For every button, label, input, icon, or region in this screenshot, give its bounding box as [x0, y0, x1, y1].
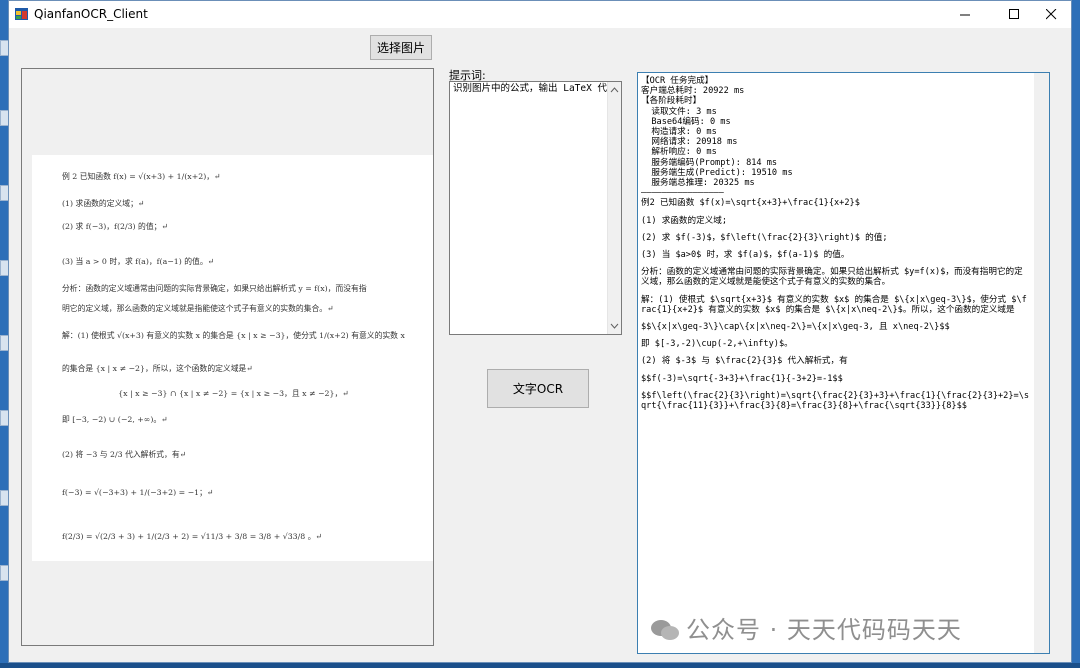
- result-line: 解：(1) 使根式 $\sqrt{x+3}$ 有意义的实数 $x$ 的集合是 $…: [641, 294, 1027, 315]
- close-button[interactable]: [1029, 1, 1073, 28]
- result-line: (1) 求函数的定义域;: [641, 215, 728, 226]
- result-line: (2) 求 $f(-3)$，$f\left(\frac{2}{3}\right)…: [641, 232, 888, 243]
- result-line: 服务端编码(Prompt): 814 ms: [641, 157, 778, 168]
- minimize-icon: [959, 14, 970, 16]
- app-window: QianfanOCR_Client 选择图片 例 2 已知函数 f(x) = √…: [8, 0, 1072, 663]
- result-line: 读取文件: 3 ms: [641, 106, 717, 117]
- result-line: $$\{x|x\geq-3\}\cap\{x|x\neq-2\}=\{x|x\g…: [641, 322, 950, 333]
- prompt-scrollbar[interactable]: [607, 82, 621, 334]
- close-icon: [1045, 9, 1056, 20]
- result-line: 服务端生成(Predict): 19510 ms: [641, 167, 793, 178]
- result-scrollbar[interactable]: [1034, 73, 1049, 653]
- taskbar: [0, 663, 1080, 668]
- result-line: 【OCR 任务完成】: [641, 76, 714, 86]
- watermark: 公众号 · 天天代码码天天: [650, 610, 962, 645]
- prompt-textarea[interactable]: 识别图片中的公式，输出 LaTeX 代码: [449, 81, 622, 335]
- result-line: 解析响应: 0 ms: [641, 147, 717, 158]
- result-text: 【OCR 任务完成】 客户端总耗时: 20922 ms 【各阶段耗时】 读取文件: …: [641, 76, 1031, 411]
- result-line: 网络请求: 20918 ms: [641, 137, 738, 148]
- doc-line: 解：(1) 使根式 √(x+3) 有意义的实数 x 的集合是 {x | x ≥ …: [62, 331, 405, 340]
- desktop-right-edge: [1072, 0, 1080, 668]
- doc-line: (2) 求 f(−3)，f(2/3) 的值；↵: [62, 222, 168, 231]
- watermark-text: 公众号 · 天天代码码天天: [686, 616, 962, 644]
- wechat-icon: [651, 620, 679, 640]
- result-line: 服务端总推理: 20325 ms: [641, 178, 755, 189]
- ocr-button[interactable]: 文字OCR: [487, 369, 589, 408]
- result-line: 例2 已知函数 $f(x)=\sqrt{x+3}+\frac{1}{x+2}$: [641, 198, 860, 209]
- doc-line: (1) 求函数的定义域；↵: [62, 199, 145, 208]
- result-line: (3) 当 $a>0$ 时，求 $f(a)$，$f(a-1)$ 的值。: [641, 250, 850, 261]
- select-image-button[interactable]: 选择图片: [370, 35, 432, 60]
- image-preview: 例 2 已知函数 f(x) = √(x+3) + 1/(x+2)，↵ (1) 求…: [21, 68, 434, 646]
- doc-line: 即 [−3, −2) ∪ (−2, +∞)。↵: [62, 415, 168, 424]
- doc-line: f(−3) = √(−3+3) + 1/(−3+2) = −1；↵: [62, 488, 214, 497]
- maximize-icon: [1008, 9, 1019, 19]
- result-line: $$f(-3)=\sqrt{-3+3}+\frac{1}{-3+2}=-1$$: [641, 373, 843, 384]
- doc-line: f(2/3) = √(2/3 + 3) + 1/(2/3 + 2) = √11/…: [62, 532, 323, 541]
- result-line: $$f\left(\frac{2}{3}\right)=\sqrt{\frac{…: [641, 390, 1030, 412]
- result-line: 分析：函数的定义域通常由问题的实际背景确定。如果只给出解析式 $y=f(x)$，…: [641, 267, 1023, 288]
- doc-line: 分析：函数的定义域通常由问题的实际背景确定，如果只给出解析式 y = f(x)，…: [62, 284, 367, 293]
- result-line: 即 $[-3,-2)\cup(-2,+\infty)$。: [641, 339, 793, 350]
- result-line: 构造请求: 0 ms: [641, 127, 717, 138]
- doc-line: (2) 将 −3 与 2/3 代入解析式，有↵: [62, 450, 187, 459]
- minimize-button[interactable]: [943, 1, 987, 28]
- preview-document: 例 2 已知函数 f(x) = √(x+3) + 1/(x+2)，↵ (1) 求…: [32, 155, 433, 561]
- doc-line: (3) 当 a > 0 时，求 f(a)，f(a−1) 的值。↵: [62, 257, 215, 266]
- result-textbox[interactable]: 【OCR 任务完成】 客户端总耗时: 20922 ms 【各阶段耗时】 读取文件: …: [637, 72, 1050, 654]
- scroll-up-icon: [610, 87, 619, 93]
- doc-line: {x | x ≥ −3} ∩ {x | x ≠ −2} = {x | x ≥ −…: [118, 389, 349, 398]
- doc-line: 的集合是 {x | x ≠ −2}，所以，这个函数的定义域是↵: [62, 364, 253, 373]
- doc-line: 明它的定义域，那么函数的定义域就是指能使这个式子有意义的实数的集合。↵: [62, 304, 334, 313]
- result-line: ————————————————: [641, 188, 724, 199]
- window-title: QianfanOCR_Client: [34, 7, 148, 21]
- result-line: (2) 将 $-3$ 与 $\frac{2}{3}$ 代入解析式，有: [641, 356, 848, 367]
- title-bar[interactable]: QianfanOCR_Client: [9, 1, 1071, 28]
- scroll-down-icon: [610, 323, 619, 329]
- result-line: 客户端总耗时: 20922 ms: [641, 86, 745, 97]
- result-line: 【各阶段耗时】: [641, 96, 702, 107]
- prompt-text: 识别图片中的公式，输出 LaTeX 代码: [453, 83, 617, 94]
- result-line: Base64编码: 0 ms: [641, 116, 731, 127]
- doc-line: 例 2 已知函数 f(x) = √(x+3) + 1/(x+2)，↵: [62, 172, 221, 181]
- app-icon: [15, 8, 28, 20]
